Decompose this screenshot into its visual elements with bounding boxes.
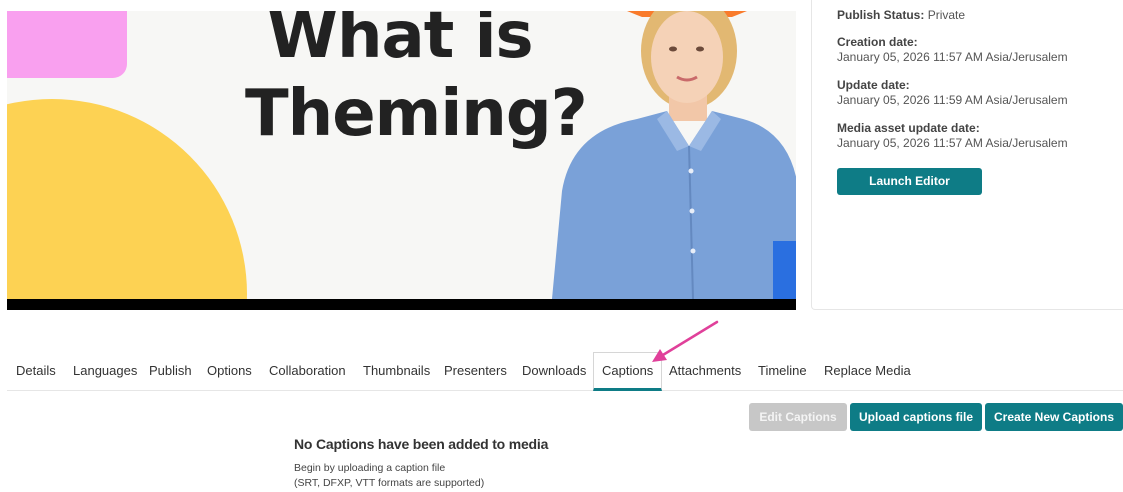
upload-captions-button[interactable]: Upload captions file: [850, 403, 982, 431]
creation-date-value: January 05, 2026 11:57 AM Asia/Jerusalem: [837, 50, 1068, 64]
update-date-label: Update date:: [837, 78, 910, 92]
publish-status-row: Publish Status: Private: [837, 8, 965, 23]
tab-collaboration[interactable]: Collaboration: [269, 352, 346, 391]
tab-timeline[interactable]: Timeline: [758, 352, 807, 391]
tab-publish[interactable]: Publish: [149, 352, 192, 391]
launch-editor-button[interactable]: Launch Editor: [837, 168, 982, 195]
tab-bar: Details Languages Publish Options Collab…: [7, 352, 1123, 391]
empty-state-line1: Begin by uploading a caption file: [294, 462, 446, 474]
tab-languages[interactable]: Languages: [73, 352, 137, 391]
headline-line2: Theming?: [245, 77, 588, 151]
media-update-value: January 05, 2026 11:57 AM Asia/Jerusalem: [837, 136, 1068, 150]
headline-line1: What is: [267, 11, 533, 73]
creation-date-row: Creation date: January 05, 2026 11:57 AM…: [837, 35, 1068, 65]
empty-state-line2: (SRT, DFXP, VTT formats are supported): [294, 477, 485, 489]
tab-details[interactable]: Details: [16, 352, 56, 391]
video-headline: What is Theming?: [245, 11, 588, 153]
media-update-label: Media asset update date:: [837, 121, 980, 135]
tab-downloads[interactable]: Downloads: [522, 352, 586, 391]
update-date-value: January 05, 2026 11:59 AM Asia/Jerusalem: [837, 93, 1068, 107]
video-thumbnail[interactable]: What is Theming?: [7, 11, 796, 310]
publish-status-value: Private: [927, 8, 966, 22]
tab-presenters[interactable]: Presenters: [444, 352, 507, 391]
video-letterbox-bar: [7, 299, 796, 310]
media-info-panel: Publish Status: Private Creation date: J…: [811, 0, 1123, 310]
annotation-arrow-icon: [652, 320, 719, 362]
page: What is Theming? Publish Status: Private…: [0, 0, 1123, 492]
tab-thumbnails[interactable]: Thumbnails: [363, 352, 430, 391]
pink-shape: [7, 11, 127, 78]
yellow-circle: [7, 99, 247, 310]
presenter-figure: [552, 11, 796, 299]
creation-date-label: Creation date:: [837, 35, 918, 49]
publish-status-label: Publish Status:: [837, 8, 925, 22]
edit-captions-button[interactable]: Edit Captions: [749, 403, 847, 431]
update-date-row: Update date: January 05, 2026 11:59 AM A…: [837, 78, 1068, 108]
tab-replace-media[interactable]: Replace Media: [824, 352, 911, 391]
create-new-captions-button[interactable]: Create New Captions: [985, 403, 1123, 431]
media-update-row: Media asset update date: January 05, 202…: [837, 121, 1068, 151]
empty-state-title: No Captions have been added to media: [294, 436, 549, 452]
tab-options[interactable]: Options: [207, 352, 252, 391]
